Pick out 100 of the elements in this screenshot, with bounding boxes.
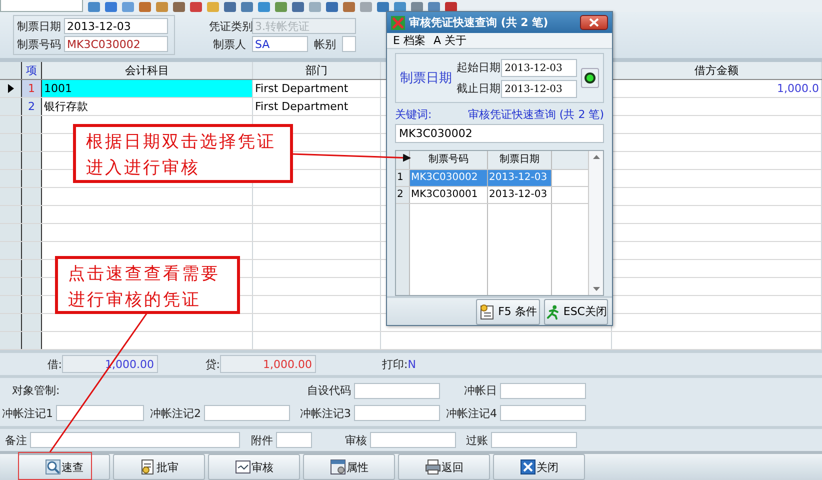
- row-number: 2: [396, 187, 410, 203]
- field-label: 备注: [4, 432, 28, 448]
- field-label: 对象管制:: [11, 383, 61, 398]
- input-field[interactable]: [276, 432, 312, 448]
- toolbar-button[interactable]: 返回: [398, 454, 490, 480]
- dialog-button[interactable]: F5 条件: [476, 298, 540, 324]
- menu-item[interactable]: E 档案: [393, 33, 426, 48]
- row-number: 1: [396, 170, 410, 186]
- input-field[interactable]: [370, 432, 456, 448]
- field-label: 关键词:: [395, 107, 432, 122]
- up-arrow-icon[interactable]: [592, 155, 600, 159]
- scrollbar[interactable]: [588, 151, 603, 295]
- field-label: 借:: [46, 356, 62, 372]
- keyword-field[interactable]: MK3C030002: [395, 124, 604, 143]
- column-header[interactable]: 制票号码: [410, 151, 488, 169]
- toolbar-icon[interactable]: [122, 2, 134, 12]
- table-cell[interactable]: MK3C030001: [410, 187, 488, 203]
- toolbar-icon[interactable]: [139, 2, 151, 12]
- field-label: 自设代码: [306, 383, 352, 398]
- toolbar-icon[interactable]: [411, 2, 423, 12]
- toolbar-icon[interactable]: [88, 2, 100, 12]
- row-pointer-icon: [8, 84, 14, 93]
- row-header: [22, 170, 42, 187]
- column-header[interactable]: 制票日期: [488, 151, 552, 169]
- toolbar-icon[interactable]: [156, 2, 168, 12]
- row-header: [0, 134, 22, 151]
- credit-total-field: 1,000.00: [220, 355, 316, 373]
- dialog-button[interactable]: ESC关闭: [544, 298, 608, 324]
- menu-item[interactable]: A 关于: [433, 33, 466, 48]
- toolbar-icon[interactable]: [105, 2, 117, 12]
- input-field[interactable]: [204, 405, 290, 422]
- close-icon: [589, 18, 599, 27]
- print-status: N: [408, 358, 416, 370]
- table-cell[interactable]: 2013-12-03: [488, 187, 552, 203]
- close-button[interactable]: [580, 15, 608, 30]
- column-header[interactable]: 部门: [253, 62, 381, 79]
- go-button[interactable]: [580, 68, 599, 88]
- row-header: [0, 224, 22, 241]
- input-field[interactable]: 2013-12-03: [64, 18, 168, 34]
- document-icon: [140, 459, 156, 475]
- toolbar-icon[interactable]: [207, 2, 219, 12]
- row-header: [22, 278, 42, 295]
- date-field[interactable]: 2013-12-03: [500, 80, 577, 98]
- page-icon: [234, 459, 250, 475]
- toolbar-icon[interactable]: [377, 2, 389, 12]
- input-field[interactable]: [342, 36, 356, 52]
- toolbar-button[interactable]: 属性: [303, 454, 395, 480]
- field-label: 附件: [250, 432, 274, 448]
- toolbar-icon[interactable]: [258, 2, 270, 12]
- field-label: 制票日期: [16, 18, 62, 34]
- window-icon: [330, 459, 346, 475]
- module-dropdown[interactable]: [0, 0, 83, 12]
- field-label: 冲帐注记4: [445, 406, 498, 421]
- toolbar-icon[interactable]: [428, 2, 440, 12]
- input-field[interactable]: SA: [252, 36, 308, 52]
- row-number: 2: [22, 98, 42, 115]
- field-label: 制票人: [212, 36, 247, 52]
- column-header[interactable]: 项: [22, 62, 42, 79]
- toolbar-button[interactable]: 批审: [113, 454, 205, 480]
- row-header: [0, 170, 22, 187]
- toolbar-icon[interactable]: [190, 2, 202, 12]
- toolbar-icon[interactable]: [309, 2, 321, 12]
- field-label: 制票号码: [16, 36, 62, 52]
- row-header: [0, 188, 22, 205]
- toolbar-icon[interactable]: [360, 2, 372, 12]
- input-field[interactable]: [500, 405, 586, 422]
- input-field[interactable]: [30, 432, 240, 448]
- toolbar-icon[interactable]: [445, 2, 457, 12]
- input-field[interactable]: [354, 382, 440, 399]
- toolbar-icon[interactable]: [343, 2, 355, 12]
- input-field[interactable]: MK3C030002: [64, 36, 168, 52]
- toolbar-button[interactable]: 审核: [208, 454, 300, 480]
- magnifier-icon: [44, 459, 60, 475]
- row-header: [22, 242, 42, 259]
- column-header[interactable]: 会计科目: [42, 62, 253, 79]
- row-header: [0, 242, 22, 259]
- date-field[interactable]: 2013-12-03: [500, 58, 577, 76]
- toolbar-button[interactable]: 关闭: [493, 454, 585, 480]
- toolbar-button[interactable]: 速查: [18, 454, 110, 480]
- input-field[interactable]: [354, 405, 440, 422]
- table-cell: 1001: [42, 80, 253, 97]
- input-field[interactable]: [500, 382, 586, 399]
- toolbar-icon[interactable]: [326, 2, 338, 12]
- toolbar-icon[interactable]: [224, 2, 236, 12]
- row-header: [22, 206, 42, 223]
- field-label: 起始日期: [456, 60, 501, 75]
- toolbar-icon[interactable]: [394, 2, 406, 12]
- row-header: [22, 116, 42, 133]
- toolbar-icon[interactable]: [275, 2, 287, 12]
- row-header: [0, 116, 22, 133]
- field-label: 打印:: [382, 356, 408, 372]
- toolbar-icon[interactable]: [292, 2, 304, 12]
- row-header: [22, 224, 42, 241]
- input-field[interactable]: [491, 432, 577, 448]
- down-arrow-icon[interactable]: [592, 287, 600, 291]
- running-figure-icon: [545, 304, 560, 320]
- input-field[interactable]: [56, 405, 144, 422]
- row-header: [0, 206, 22, 223]
- toolbar-icon[interactable]: [241, 2, 253, 12]
- toolbar-icon[interactable]: [173, 2, 185, 12]
